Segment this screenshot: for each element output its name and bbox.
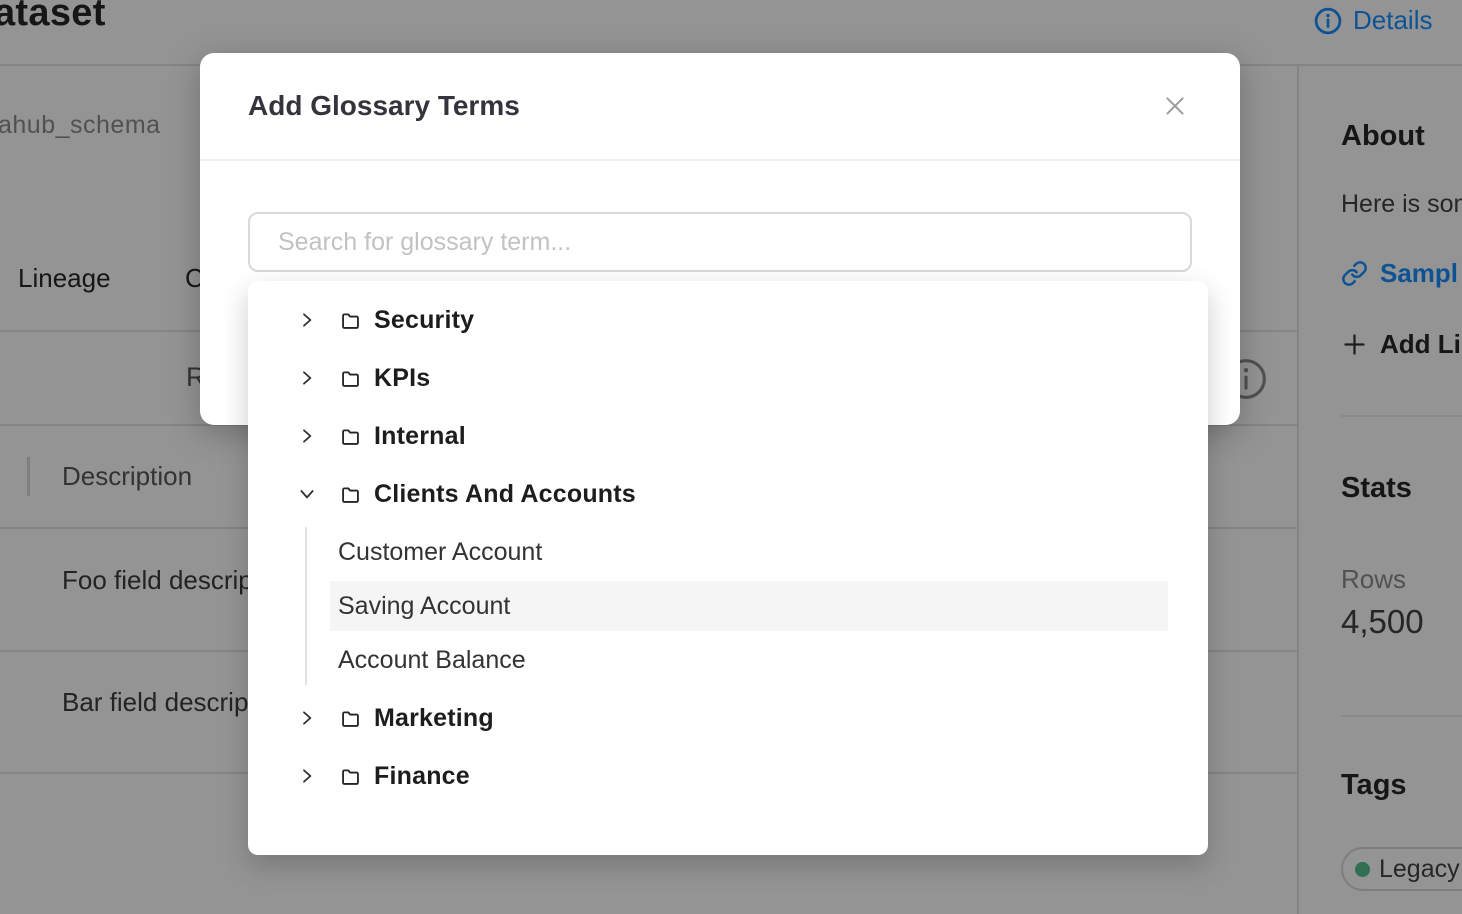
glossary-group-security[interactable]: Security (248, 291, 1208, 349)
glossary-tree-dropdown: Security KPIs Internal Clients And Accou… (248, 281, 1208, 855)
glossary-group-label: Internal (374, 422, 466, 451)
chevron-right-icon[interactable] (298, 767, 316, 785)
glossary-group-internal[interactable]: Internal (248, 407, 1208, 465)
glossary-group-label: KPIs (374, 364, 430, 393)
glossary-term-saving-account[interactable]: Saving Account (330, 581, 1168, 631)
glossary-group-label: Finance (374, 762, 470, 791)
chevron-right-icon[interactable] (298, 427, 316, 445)
chevron-down-icon[interactable] (298, 485, 316, 503)
glossary-group-kpis[interactable]: KPIs (248, 349, 1208, 407)
chevron-right-icon[interactable] (298, 369, 316, 387)
close-icon[interactable] (1158, 89, 1192, 123)
glossary-term-label: Customer Account (338, 538, 542, 567)
glossary-search-input[interactable] (248, 212, 1192, 272)
folder-icon (340, 310, 361, 331)
glossary-term-account-balance[interactable]: Account Balance (330, 635, 1168, 685)
glossary-group-clients-and-accounts[interactable]: Clients And Accounts (248, 465, 1208, 523)
glossary-group-marketing[interactable]: Marketing (248, 689, 1208, 747)
glossary-term-label: Account Balance (338, 646, 526, 675)
folder-icon (340, 368, 361, 389)
glossary-term-label: Saving Account (338, 592, 510, 621)
glossary-group-label: Security (374, 306, 474, 335)
glossary-term-customer-account[interactable]: Customer Account (330, 527, 1168, 577)
glossary-children-group: Customer Account Saving Account Account … (305, 527, 1208, 685)
chevron-right-icon[interactable] (298, 709, 316, 727)
folder-icon (340, 708, 361, 729)
glossary-group-label: Clients And Accounts (374, 480, 636, 509)
folder-icon (340, 484, 361, 505)
folder-icon (340, 766, 361, 787)
modal-title: Add Glossary Terms (248, 90, 520, 122)
chevron-right-icon[interactable] (298, 311, 316, 329)
folder-icon (340, 426, 361, 447)
glossary-group-label: Marketing (374, 704, 494, 733)
glossary-group-finance[interactable]: Finance (248, 747, 1208, 805)
modal-header: Add Glossary Terms (200, 53, 1240, 161)
